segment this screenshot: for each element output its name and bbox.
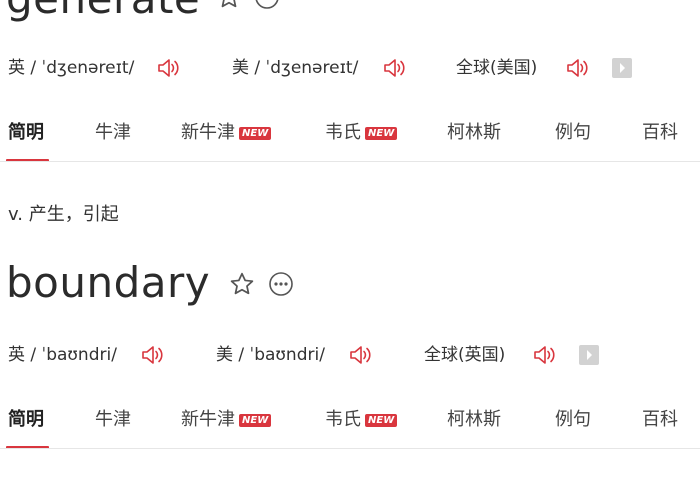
expand-chevron-right-icon[interactable] [612,58,632,78]
new-badge: NEW [365,414,398,427]
tabs-divider [0,448,700,449]
pron-global: 全球(美国) [456,58,538,78]
tab-collins[interactable]: 柯林斯 [447,120,501,146]
speaker-uk-icon[interactable] [140,344,166,366]
tab-encyclopedia[interactable]: 百科 [642,120,678,146]
tab-new-oxford[interactable]: 新牛津 NEW [181,407,272,433]
dictionary-tabs: 简明 牛津 新牛津 NEW 韦氏 NEW 柯林斯 例句 百科 [0,114,700,162]
tab-examples[interactable]: 例句 [555,407,591,433]
tab-webster[interactable]: 韦氏 NEW [325,120,398,146]
tab-encyclopedia[interactable]: 百科 [642,407,678,433]
pron-us: 美 / ˈdʒenəreɪt/ [232,58,359,78]
new-badge: NEW [239,414,272,427]
tab-oxford[interactable]: 牛津 [95,407,131,433]
tab-examples[interactable]: 例句 [555,120,591,146]
more-options-icon[interactable] [254,0,280,10]
tab-collins[interactable]: 柯林斯 [447,407,501,433]
dictionary-tabs: 简明 牛津 新牛津 NEW 韦氏 NEW 柯林斯 例句 百科 [0,401,700,449]
speaker-global-icon[interactable] [532,344,558,366]
entry-word: boundary [6,258,211,307]
definition: v. 产生，引起 [8,204,119,225]
speaker-global-icon[interactable] [565,57,591,79]
expand-chevron-right-icon[interactable] [579,345,599,365]
pron-uk: 英 / ˈbaʊndri/ [8,345,117,365]
new-badge: NEW [239,127,272,140]
speaker-us-icon[interactable] [348,344,374,366]
speaker-uk-icon[interactable] [156,57,182,79]
new-badge: NEW [365,127,398,140]
pron-us: 美 / ˈbaʊndri/ [216,345,325,365]
tab-concise[interactable]: 简明 [8,120,44,146]
entry-word: generate [6,0,200,20]
pronunciation-row: 英 / ˈbaʊndri/ 美 / ˈbaʊndri/ 全球(英国) [8,343,700,367]
tabs-divider [0,161,700,162]
pron-global: 全球(英国) [424,345,506,365]
tab-new-oxford[interactable]: 新牛津 NEW [181,120,272,146]
tab-webster[interactable]: 韦氏 NEW [325,407,398,433]
speaker-us-icon[interactable] [382,57,408,79]
favorite-star-icon[interactable] [229,271,255,297]
pron-uk: 英 / ˈdʒenəreɪt/ [8,58,135,78]
favorite-star-icon[interactable] [216,0,242,10]
tab-oxford[interactable]: 牛津 [95,120,131,146]
more-options-icon[interactable] [268,271,294,297]
pronunciation-row: 英 / ˈdʒenəreɪt/ 美 / ˈdʒenəreɪt/ 全球(美国) [8,56,700,80]
tab-concise[interactable]: 简明 [8,407,44,433]
